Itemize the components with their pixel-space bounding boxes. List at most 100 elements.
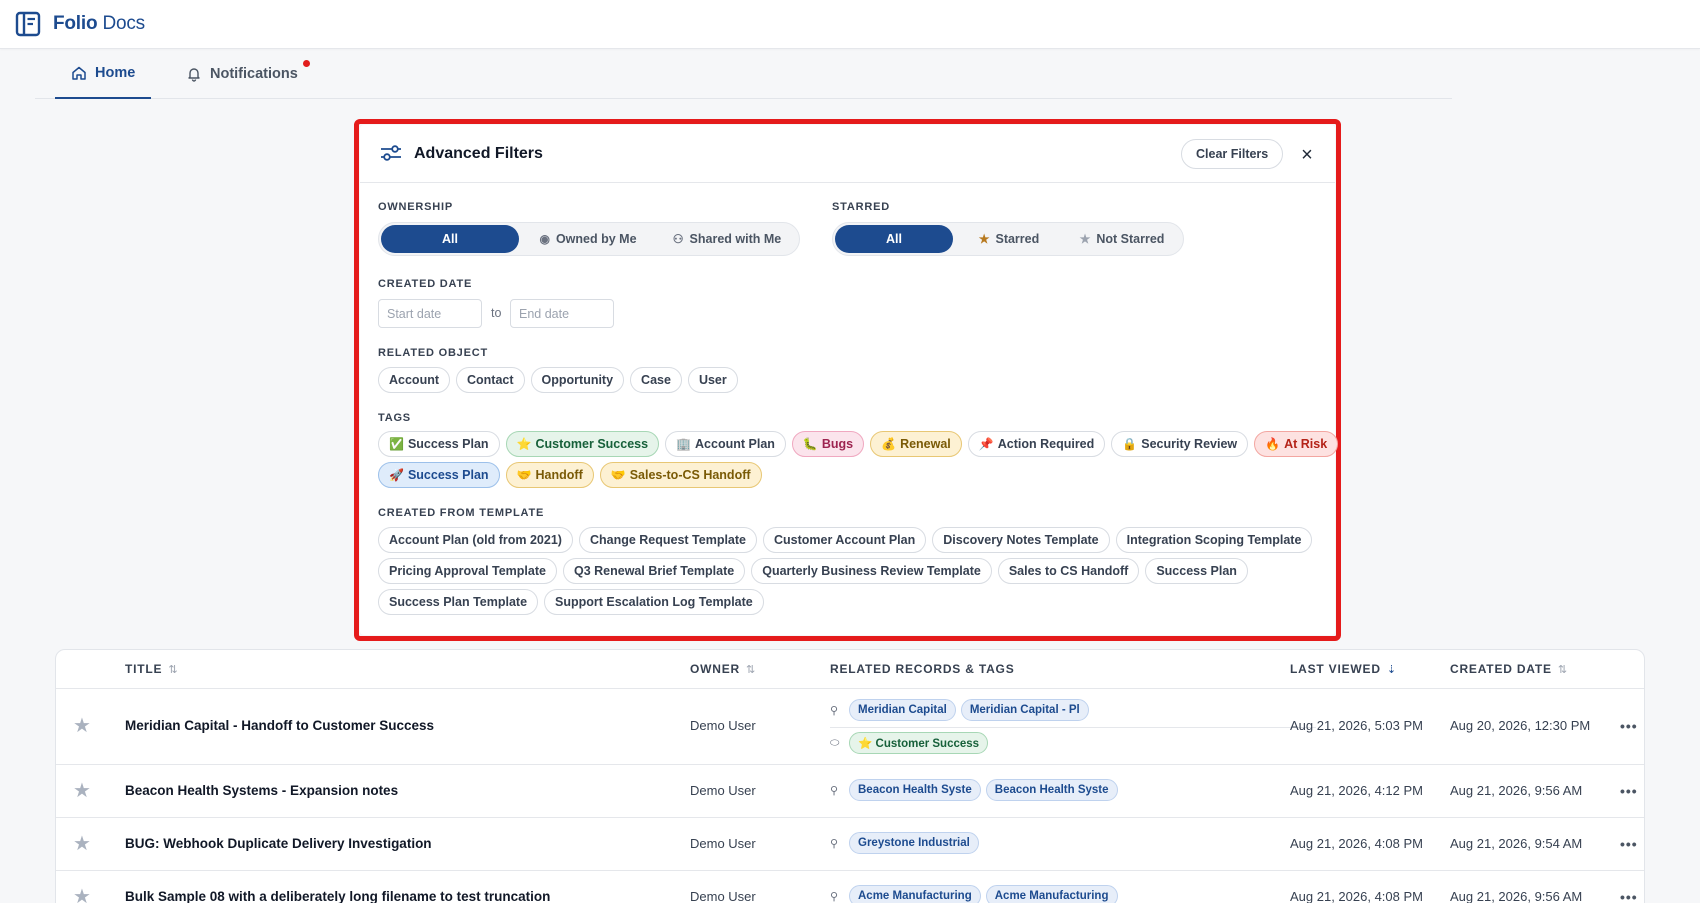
record-pill[interactable]: Acme Manufacturing bbox=[849, 885, 981, 903]
tag-sales-to-cs-handoff[interactable]: 🤝 Sales-to-CS Handoff bbox=[599, 462, 762, 488]
record-pill[interactable]: Meridian Capital - Pl bbox=[960, 699, 1089, 721]
star-icon[interactable]: ★ bbox=[73, 713, 91, 738]
sort-desc-icon: ⇣ bbox=[1386, 663, 1397, 676]
related-object-opportunity[interactable]: Opportunity bbox=[530, 367, 625, 393]
shared-users-icon: ⚇ bbox=[672, 232, 684, 246]
template-chip[interactable]: Account Plan (old from 2021) bbox=[378, 527, 573, 553]
more-icon[interactable]: ••• bbox=[1620, 889, 1638, 903]
row-last-viewed: Aug 21, 2026, 4:12 PM bbox=[1290, 783, 1423, 798]
column-header-title[interactable]: TITLE ⇅ bbox=[125, 662, 178, 676]
starred-option-not-starred[interactable]: ★ Not Starred bbox=[1065, 225, 1179, 253]
template-chip[interactable]: Discovery Notes Template bbox=[932, 527, 1110, 553]
template-chip[interactable]: Success Plan Template bbox=[378, 589, 539, 615]
star-icon[interactable]: ★ bbox=[73, 778, 91, 803]
more-icon[interactable]: ••• bbox=[1620, 718, 1638, 734]
template-chip[interactable]: Support Escalation Log Template bbox=[544, 589, 764, 615]
row-created: Aug 21, 2026, 9:54 AM bbox=[1450, 836, 1583, 851]
sort-icon: ⇅ bbox=[1557, 663, 1568, 676]
more-icon[interactable]: ••• bbox=[1620, 836, 1638, 852]
clear-filters-button[interactable]: Clear Filters bbox=[1181, 139, 1284, 169]
app-logo[interactable]: Folio Docs bbox=[15, 11, 145, 37]
related-object-case[interactable]: Case bbox=[630, 367, 682, 393]
template-chip[interactable]: Q3 Renewal Brief Template bbox=[562, 558, 746, 584]
tag-label: At Risk bbox=[1284, 437, 1328, 451]
ownership-option-shared-label: Shared with Me bbox=[689, 232, 782, 246]
related-records: ⚲ Beacon Health Syste Beacon Health Syst… bbox=[830, 779, 1118, 801]
tag-label: Bugs bbox=[821, 437, 854, 451]
tag-bugs[interactable]: 🐛 Bugs bbox=[791, 431, 865, 457]
record-pill[interactable]: Beacon Health Syste bbox=[849, 779, 981, 801]
ownership-option-owned-label: Owned by Me bbox=[555, 232, 637, 246]
tag-success-plan-rocket[interactable]: 🚀 Success Plan bbox=[378, 462, 500, 488]
column-header-created-date[interactable]: CREATED DATE ⇅ bbox=[1450, 662, 1568, 676]
tab-notifications[interactable]: Notifications bbox=[170, 49, 314, 99]
tags-row-2: 🚀 Success Plan 🤝 Handoff 🤝 Sales-to-CS Hand… bbox=[378, 462, 762, 488]
tag-emoji: 🔥 bbox=[1265, 437, 1281, 451]
tag-security-review[interactable]: 🔒 Security Review bbox=[1111, 431, 1249, 457]
tab-home[interactable]: Home bbox=[55, 49, 152, 99]
tag-label: Account Plan bbox=[695, 437, 775, 451]
tag-emoji: 🚀 bbox=[389, 468, 404, 482]
starred-option-all-label: All bbox=[886, 232, 902, 246]
tag-emoji: 🤝 bbox=[610, 468, 626, 482]
sort-icon: ⇅ bbox=[746, 663, 757, 676]
tags-row-1: ✅ Success Plan ⭐ Customer Success 🏢 Account… bbox=[378, 431, 1339, 457]
close-icon[interactable]: × bbox=[1297, 144, 1317, 166]
record-pill[interactable]: Greystone Industrial bbox=[849, 832, 979, 854]
row-title[interactable]: Beacon Health Systems - Expansion notes bbox=[125, 783, 398, 798]
tag-at-risk[interactable]: 🔥 At Risk bbox=[1254, 431, 1339, 457]
end-date-input[interactable]: End date bbox=[510, 299, 614, 328]
tag-renewal[interactable]: 💰 Renewal bbox=[870, 431, 962, 457]
table-row[interactable]: ★ Meridian Capital - Handoff to Customer… bbox=[56, 689, 1644, 765]
table-row[interactable]: ★ Bulk Sample 08 with a deliberately lon… bbox=[56, 871, 1644, 903]
related-object-user[interactable]: User bbox=[687, 367, 738, 393]
template-chip[interactable]: Pricing Approval Template bbox=[378, 558, 557, 584]
ownership-option-shared-with-me[interactable]: ⚇ Shared with Me bbox=[657, 225, 797, 253]
template-chip[interactable]: Customer Account Plan bbox=[763, 527, 927, 553]
star-icon[interactable]: ★ bbox=[73, 884, 91, 903]
tag-customer-success[interactable]: ⭐ Customer Success bbox=[505, 431, 660, 457]
table-row[interactable]: ★ BUG: Webhook Duplicate Delivery Invest… bbox=[56, 818, 1644, 871]
tag-pill[interactable]: ⭐ Customer Success bbox=[849, 732, 989, 754]
ownership-option-owned-by-me[interactable]: ◉ Owned by Me bbox=[519, 225, 657, 253]
nav-tabs: Home Notifications bbox=[35, 49, 1452, 99]
row-title[interactable]: Bulk Sample 08 with a deliberately long … bbox=[125, 889, 550, 903]
row-last-viewed: Aug 21, 2026, 4:08 PM bbox=[1290, 836, 1423, 851]
tag-label: Renewal bbox=[900, 437, 951, 451]
tags-label: TAGS bbox=[378, 412, 411, 424]
tab-notifications-label-wrap: Notifications bbox=[210, 60, 310, 82]
row-title[interactable]: BUG: Webhook Duplicate Delivery Investig… bbox=[125, 836, 432, 851]
tag-handoff[interactable]: 🤝 Handoff bbox=[505, 462, 594, 488]
starred-option-not-starred-label: Not Starred bbox=[1096, 232, 1165, 246]
tag-emoji: 💰 bbox=[881, 437, 897, 451]
starred-option-starred[interactable]: ★ Starred bbox=[953, 225, 1065, 253]
template-chip[interactable]: Integration Scoping Template bbox=[1115, 527, 1313, 553]
star-icon[interactable]: ★ bbox=[73, 831, 91, 856]
record-pill[interactable]: Meridian Capital bbox=[849, 699, 956, 721]
notification-dot bbox=[302, 60, 310, 67]
row-title[interactable]: Meridian Capital - Handoff to Customer S… bbox=[125, 718, 434, 733]
column-header-owner[interactable]: OWNER ⇅ bbox=[690, 662, 756, 676]
template-chip[interactable]: Change Request Template bbox=[578, 527, 758, 553]
column-header-last-viewed[interactable]: LAST VIEWED ⇣ bbox=[1290, 662, 1397, 676]
template-row-3: Success Plan Template Support Escalation… bbox=[378, 589, 764, 615]
ownership-option-all[interactable]: All bbox=[381, 225, 519, 253]
starred-option-all[interactable]: All bbox=[835, 225, 953, 253]
template-chip[interactable]: Quarterly Business Review Template bbox=[751, 558, 992, 584]
start-date-input[interactable]: Start date bbox=[378, 299, 482, 328]
tab-notifications-label: Notifications bbox=[210, 66, 298, 82]
related-object-label: RELATED OBJECT bbox=[378, 347, 489, 359]
row-owner: Demo User bbox=[690, 718, 756, 733]
related-object-account[interactable]: Account bbox=[378, 367, 450, 393]
template-chip[interactable]: Success Plan bbox=[1145, 558, 1248, 584]
tag-success-plan[interactable]: ✅ Success Plan bbox=[378, 431, 500, 457]
record-pill[interactable]: Acme Manufacturing bbox=[985, 885, 1118, 903]
related-object-contact[interactable]: Contact bbox=[456, 367, 525, 393]
tag-account-plan[interactable]: 🏢 Account Plan bbox=[665, 431, 786, 457]
row-last-viewed: Aug 21, 2026, 5:03 PM bbox=[1290, 718, 1423, 733]
more-icon[interactable]: ••• bbox=[1620, 783, 1638, 799]
tag-action-required[interactable]: 📌 Action Required bbox=[967, 431, 1106, 457]
template-chip[interactable]: Sales to CS Handoff bbox=[997, 558, 1140, 584]
table-row[interactable]: ★ Beacon Health Systems - Expansion note… bbox=[56, 765, 1644, 818]
record-pill[interactable]: Beacon Health Syste bbox=[985, 779, 1118, 801]
